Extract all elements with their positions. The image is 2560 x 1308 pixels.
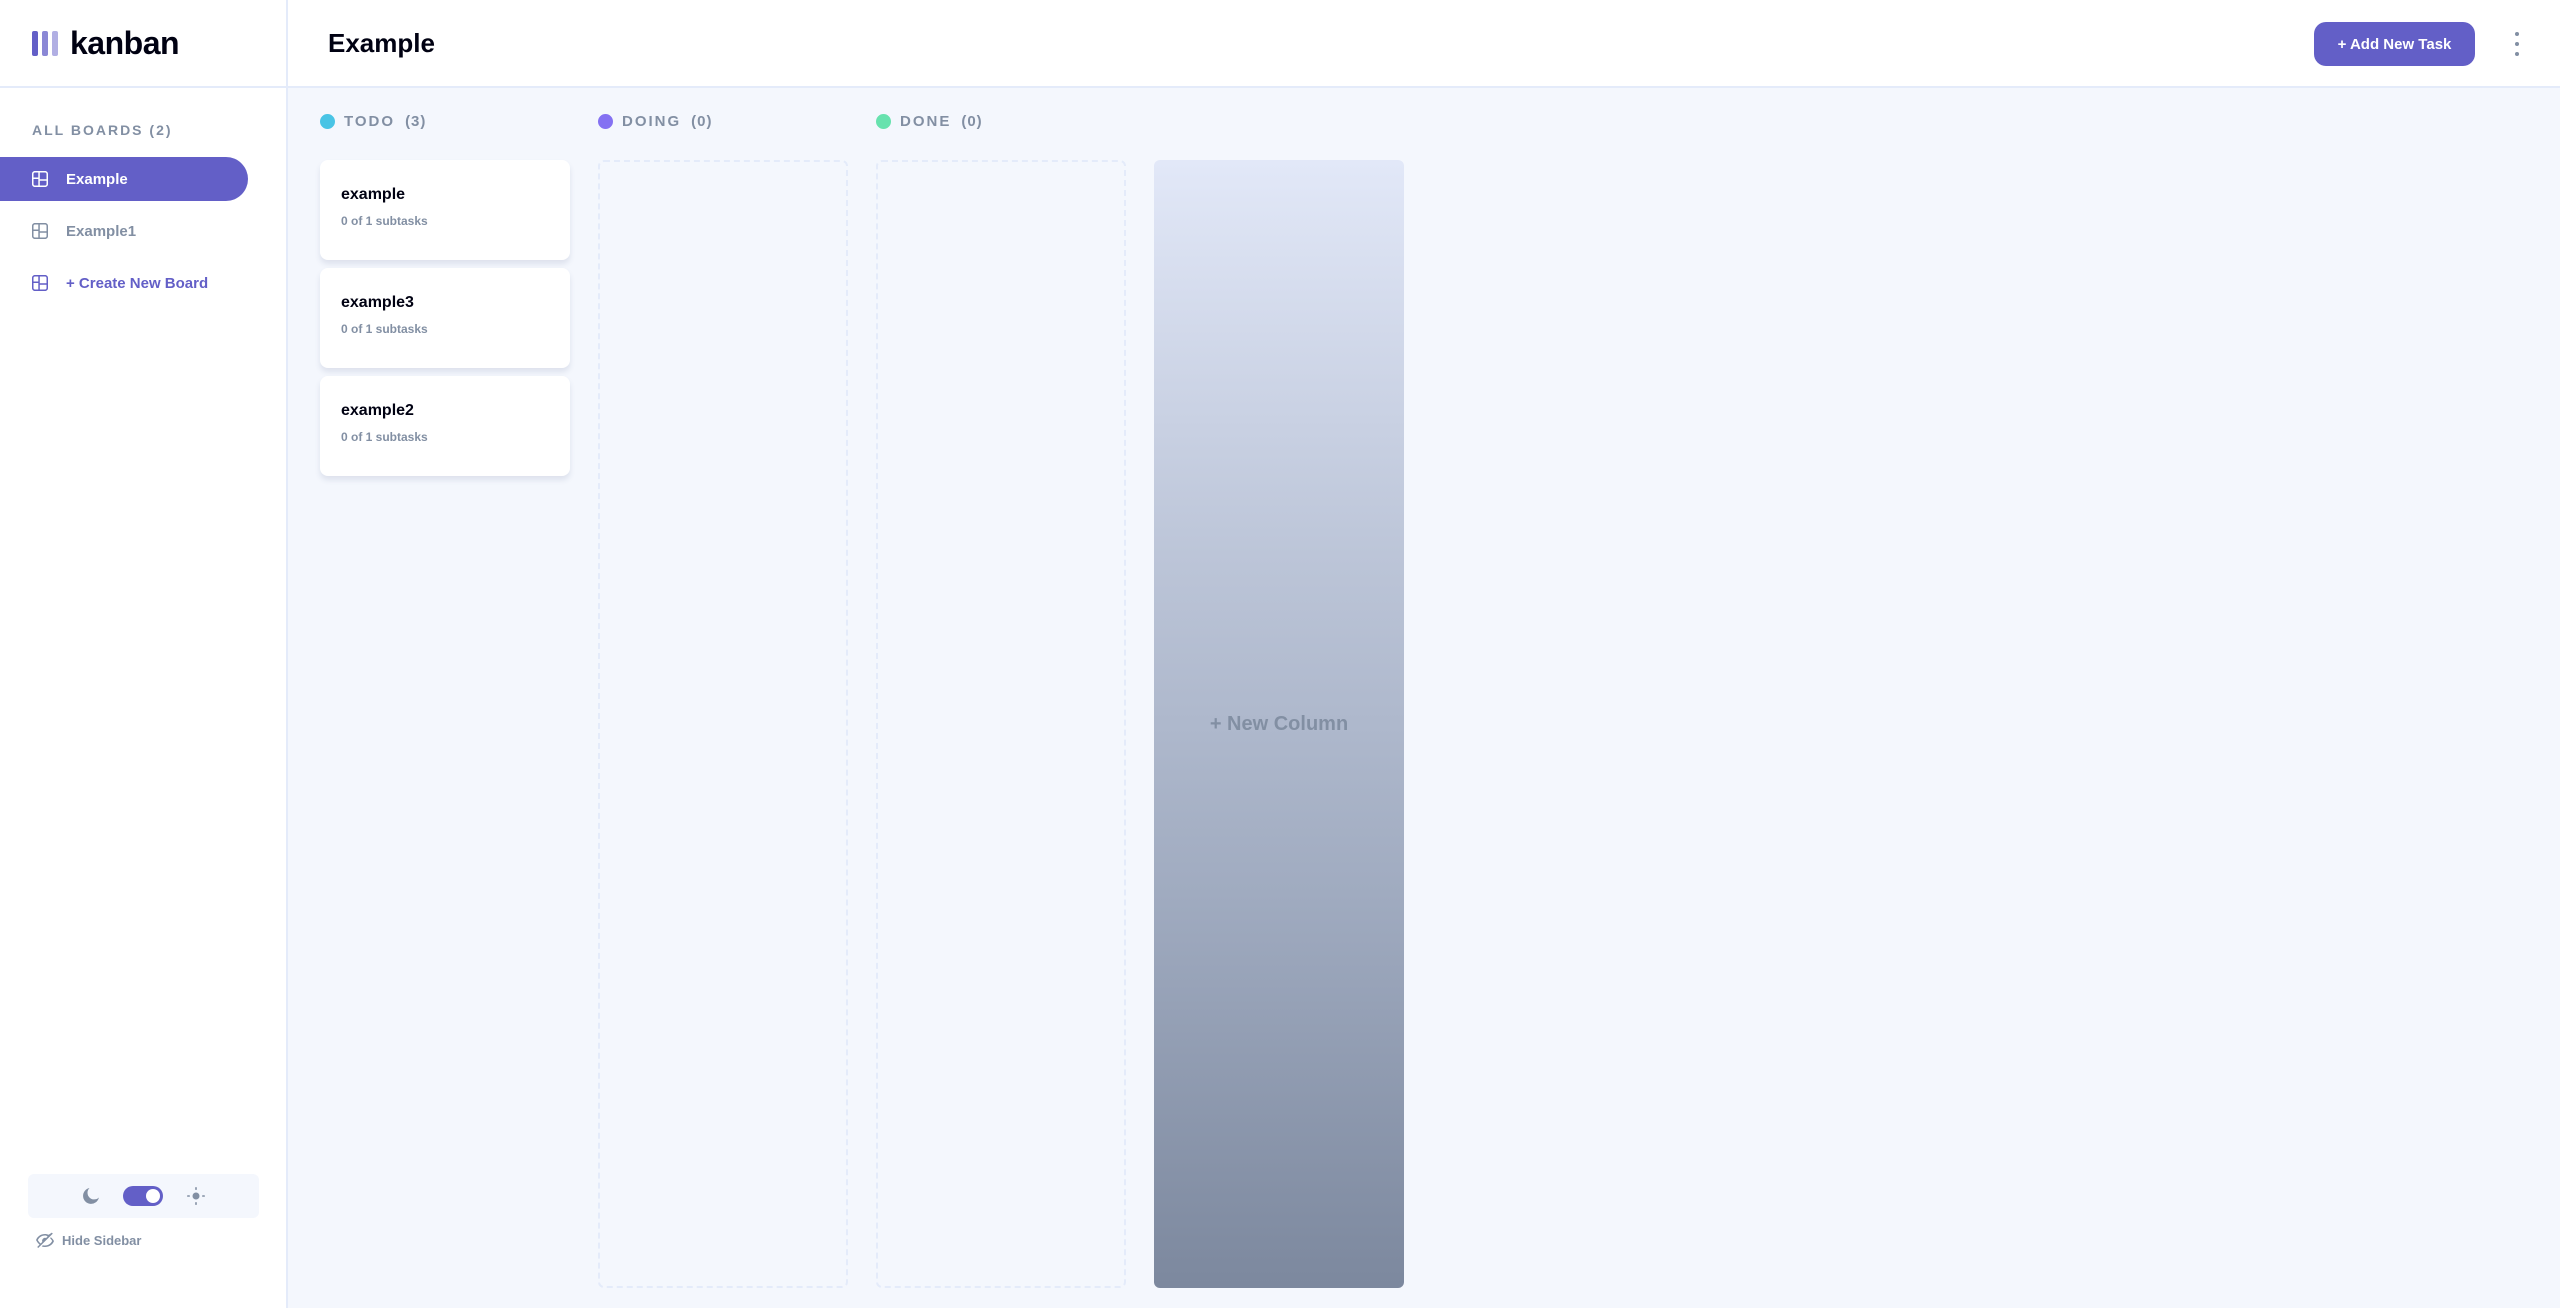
create-new-board-button[interactable]: + Create New Board <box>0 261 248 305</box>
column-color-dot <box>320 113 335 129</box>
task-subtasks: 0 of 1 subtasks <box>341 430 428 444</box>
switch-knob <box>145 1189 160 1203</box>
task-card[interactable]: example3 0 of 1 subtasks <box>320 268 570 368</box>
task-title: example2 <box>341 402 414 419</box>
column-count: (3) <box>405 112 427 130</box>
board-icon <box>32 171 48 187</box>
logo: kanban <box>0 0 286 88</box>
task-title: example <box>341 186 406 203</box>
new-column-button[interactable]: + New Column <box>1154 160 1404 1288</box>
sidebar: kanban ALL BOARDS (2) Example Example1 +… <box>0 0 288 1308</box>
all-boards-heading: ALL BOARDS (2) <box>32 122 173 138</box>
task-card[interactable]: example 0 of 1 subtasks <box>320 160 570 260</box>
moon-icon <box>82 1188 99 1204</box>
theme-toggle <box>28 1174 259 1218</box>
column-header: DONE (0) <box>876 110 1126 132</box>
add-new-task-button[interactable]: + Add New Task <box>2314 22 2475 66</box>
sidebar-item-label: Example <box>66 170 128 188</box>
sun-icon <box>186 1187 205 1205</box>
task-subtasks: 0 of 1 subtasks <box>341 322 428 336</box>
empty-column-drop-zone[interactable] <box>598 160 848 1288</box>
theme-switch[interactable] <box>122 1186 163 1206</box>
sidebar-item-label: Example1 <box>66 222 137 240</box>
column-count: (0) <box>961 112 983 130</box>
empty-column-drop-zone[interactable] <box>876 160 1126 1288</box>
board-icon <box>32 223 48 239</box>
hide-sidebar-label: Hide Sidebar <box>62 1232 142 1248</box>
column-name: DOING <box>622 112 682 130</box>
eye-slash-icon <box>36 1232 54 1248</box>
column-name: DONE <box>900 112 952 130</box>
column-color-dot <box>598 113 613 129</box>
sidebar-item-example[interactable]: Example <box>0 157 248 201</box>
board-list: Example Example1 + Create New Board <box>0 157 286 305</box>
column-count: (0) <box>691 112 713 130</box>
column-header: DOING (0) <box>598 110 848 132</box>
sidebar-item-example1[interactable]: Example1 <box>0 209 248 253</box>
board-icon <box>32 275 48 291</box>
logo-icon <box>32 30 58 56</box>
column-color-dot <box>876 113 891 129</box>
hide-sidebar-button[interactable]: Hide Sidebar <box>36 1232 141 1248</box>
task-subtasks: 0 of 1 subtasks <box>341 214 428 228</box>
task-list: example 0 of 1 subtasks example3 0 of 1 … <box>320 160 570 476</box>
header: Example + Add New Task <box>288 0 2560 88</box>
column-todo: TODO (3) example 0 of 1 subtasks example… <box>320 110 570 484</box>
page-title: Example <box>328 27 435 58</box>
column-name: TODO <box>344 112 396 130</box>
task-title: example3 <box>341 294 414 311</box>
new-column-label: + New Column <box>1209 712 1349 735</box>
more-options-icon[interactable] <box>2514 32 2520 56</box>
logo-text: kanban <box>70 24 180 61</box>
column-doing: DOING (0) <box>598 110 848 132</box>
column-done: DONE (0) <box>876 110 1126 132</box>
column-header: TODO (3) <box>320 110 570 132</box>
task-card[interactable]: example2 0 of 1 subtasks <box>320 376 570 476</box>
create-new-board-label: + Create New Board <box>66 274 209 292</box>
